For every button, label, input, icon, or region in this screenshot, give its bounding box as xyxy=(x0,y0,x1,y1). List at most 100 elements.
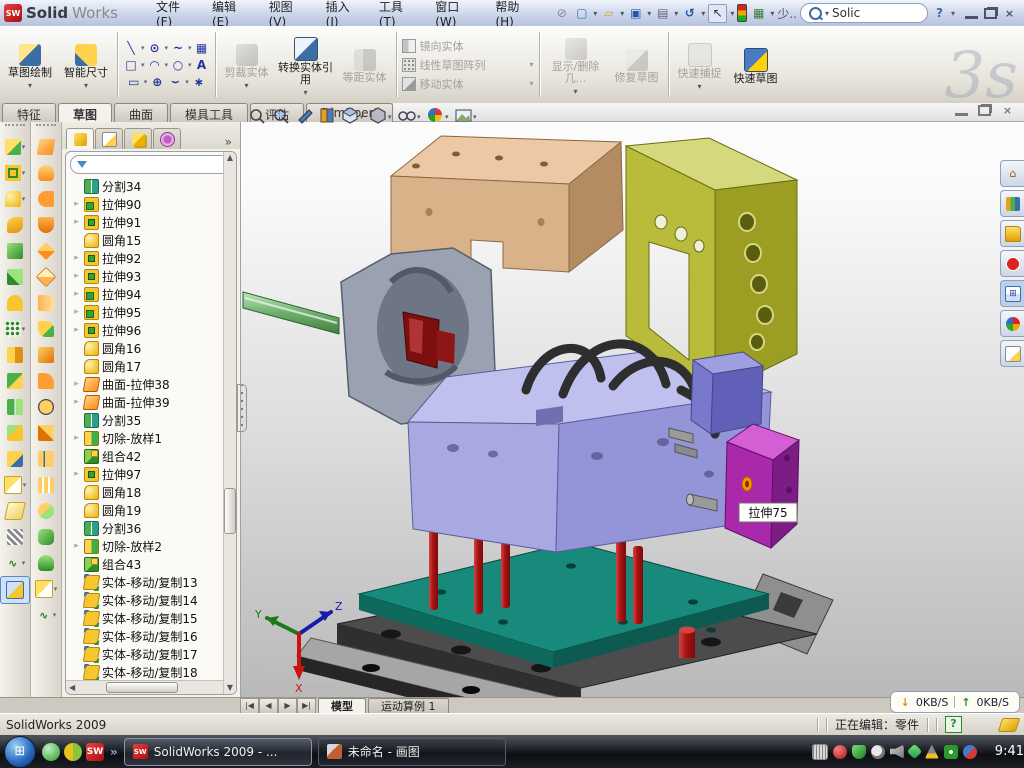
configurationmanager-tab[interactable] xyxy=(124,128,152,149)
tab-scroll-button-2[interactable]: ▶ xyxy=(278,698,297,714)
smart-dimension-button[interactable]: 智能尺寸 ▾ xyxy=(60,40,112,90)
tree-filter-input[interactable] xyxy=(70,155,232,174)
propertymanager-tab[interactable] xyxy=(95,128,123,149)
appearances-scenes-button[interactable] xyxy=(1000,310,1024,337)
zoom-area-icon[interactable] xyxy=(275,110,288,123)
tree-item[interactable]: 实体-移动/复制14 xyxy=(72,591,236,609)
tree-horizontal-scrollbar[interactable]: ◀ ▶ xyxy=(66,680,236,694)
polygon-tool-button[interactable]: ⊕ xyxy=(149,74,165,89)
hscroll-thumb[interactable] xyxy=(106,682,178,693)
tree-item[interactable]: ▸切除-放样1 xyxy=(72,429,236,447)
instant3d-button[interactable] xyxy=(0,576,30,604)
search-caret-icon[interactable]: ▾ xyxy=(825,9,829,18)
boundary-boss-button[interactable] xyxy=(1,264,29,290)
fillet-button[interactable]: ▾ xyxy=(1,186,29,212)
expand-arrow-icon[interactable]: ▸ xyxy=(72,289,81,299)
split-button[interactable] xyxy=(1,394,29,420)
file-explorer-button[interactable] xyxy=(1000,220,1024,247)
expand-arrow-icon[interactable]: ▸ xyxy=(72,217,81,227)
expand-arrow-icon[interactable]: ▸ xyxy=(72,541,81,551)
mirror-entities-button[interactable]: 镜向实体 xyxy=(402,38,534,54)
restore-button[interactable] xyxy=(984,8,997,19)
toolbar-drag-handle[interactable] xyxy=(36,124,56,131)
new-document-button[interactable]: ▢ xyxy=(573,5,590,22)
close-button[interactable]: × xyxy=(1003,8,1016,19)
select-button[interactable]: ↖ xyxy=(708,4,727,23)
rebuild-traffic-light-icon[interactable] xyxy=(737,4,747,22)
dropdown-caret-icon[interactable]: ▾ xyxy=(22,143,26,151)
messenger-quicklaunch-icon[interactable] xyxy=(42,743,60,761)
minimize-button[interactable] xyxy=(965,8,978,19)
model-tab-模型[interactable]: 模型 xyxy=(318,698,366,714)
tab-scroll-button-0[interactable]: |◀ xyxy=(240,698,259,714)
surface-knit-button[interactable] xyxy=(32,498,60,524)
dropdown-caret-icon[interactable]: ▾ xyxy=(23,481,27,489)
spline-tool-caret-icon[interactable]: ▾ xyxy=(188,44,192,52)
open-button[interactable]: ▱ xyxy=(600,5,617,22)
slot-tool-button[interactable]: ▭ xyxy=(126,74,142,89)
surface-extrude-button[interactable] xyxy=(32,134,60,160)
spline-tool-button[interactable]: ~ xyxy=(170,40,186,55)
solidworks-resources-button[interactable]: ⌂ xyxy=(1000,160,1024,187)
tab-曲面[interactable]: 曲面 xyxy=(114,103,168,122)
insert-part-button[interactable]: ▾ xyxy=(1,472,29,498)
surface-boundary-button[interactable] xyxy=(32,238,60,264)
tab-草图[interactable]: 草图 xyxy=(58,103,112,122)
draft-button[interactable] xyxy=(1,368,29,394)
tree-item[interactable]: 圆角16 xyxy=(72,339,236,357)
convert-entities-button[interactable]: 转换实体引用 ▾ xyxy=(277,33,335,97)
taskbar-clock[interactable]: 9:41 xyxy=(995,744,1024,759)
taskbar-window-button[interactable]: 未命名 - 画图 xyxy=(318,738,506,766)
print-button[interactable]: ▤ xyxy=(654,5,671,22)
tree-item[interactable]: 实体-移动/复制17 xyxy=(72,645,236,663)
extruded-cut-button[interactable]: ▾ xyxy=(1,160,29,186)
point-tool-button[interactable]: ∗ xyxy=(191,74,207,89)
quick-tips-icon[interactable]: ? xyxy=(945,716,962,733)
dimxpertmanager-tab[interactable] xyxy=(153,128,181,149)
view-palette-button[interactable]: ⊞ xyxy=(1000,280,1024,307)
magenta-insert-block[interactable] xyxy=(725,424,799,548)
tree-item[interactable]: ▸拉伸91 xyxy=(72,213,236,231)
model-tab-运动算例 1[interactable]: 运动算例 1 xyxy=(368,698,449,714)
expand-arrow-icon[interactable]: ▸ xyxy=(72,271,81,281)
taskbar-window-button[interactable]: SWSolidWorks 2009 - ... xyxy=(124,738,312,766)
tree-item[interactable]: ▸拉伸96 xyxy=(72,321,236,339)
tree-item[interactable]: 圆角17 xyxy=(72,357,236,375)
open-caret-icon[interactable]: ▾ xyxy=(620,9,624,18)
sketch-fillet-tool-button[interactable]: ⌣ xyxy=(167,74,183,89)
updater-tray-icon[interactable] xyxy=(963,745,977,759)
pin-icon[interactable]: ⊘ xyxy=(553,5,570,22)
surface-delete-hole-button[interactable] xyxy=(32,394,60,420)
help-button[interactable]: ? xyxy=(931,5,948,22)
tree-item[interactable]: ▸拉伸92 xyxy=(72,249,236,267)
options-caret-icon[interactable]: ▾ xyxy=(770,9,774,18)
save-button[interactable]: ▣ xyxy=(627,5,644,22)
appearances-icon[interactable] xyxy=(428,108,442,122)
toolbar-overflow-label[interactable]: 少.. xyxy=(777,5,797,22)
tree-item[interactable]: 组合43 xyxy=(72,555,236,573)
tree-item[interactable]: 实体-移动/复制13 xyxy=(72,573,236,591)
linear-sketch-pattern-button[interactable]: 线性草图阵列 ▾ xyxy=(402,57,534,73)
surface-sweep-button[interactable] xyxy=(32,186,60,212)
health-tray-icon[interactable] xyxy=(944,745,958,759)
expand-arrow-icon[interactable]: ▸ xyxy=(72,379,81,389)
tree-item[interactable]: ▸拉伸95 xyxy=(72,303,236,321)
circle-tool-button[interactable]: ⊙ xyxy=(147,40,163,55)
surface-radiate-button[interactable] xyxy=(32,290,60,316)
display-style-icon[interactable] xyxy=(371,108,385,123)
trim-entities-button[interactable]: 剪裁实体 ▾ xyxy=(221,40,273,90)
repair-sketch-button[interactable]: 修复草图 xyxy=(611,45,663,84)
panel-splitter-handle[interactable] xyxy=(237,384,247,432)
rib-button[interactable] xyxy=(1,342,29,368)
arc-tool-button[interactable]: ◠ xyxy=(147,57,163,72)
save-caret-icon[interactable]: ▾ xyxy=(647,9,651,18)
reference-geometry-button[interactable]: ▾ xyxy=(32,576,60,602)
tree-vertical-scrollbar[interactable]: ▲ ▼ xyxy=(223,152,236,694)
tree-item[interactable]: 实体-移动/复制15 xyxy=(72,609,236,627)
3d-model-scene[interactable]: 拉伸75 Y Z X xyxy=(241,122,1024,697)
tab-scroll-button-3[interactable]: ▶| xyxy=(297,698,316,714)
undo-button[interactable]: ↺ xyxy=(681,5,698,22)
tree-item[interactable]: ▸拉伸94 xyxy=(72,285,236,303)
tab-模具工具[interactable]: 模具工具 xyxy=(170,103,248,122)
start-button[interactable]: ⊞ xyxy=(4,736,36,768)
